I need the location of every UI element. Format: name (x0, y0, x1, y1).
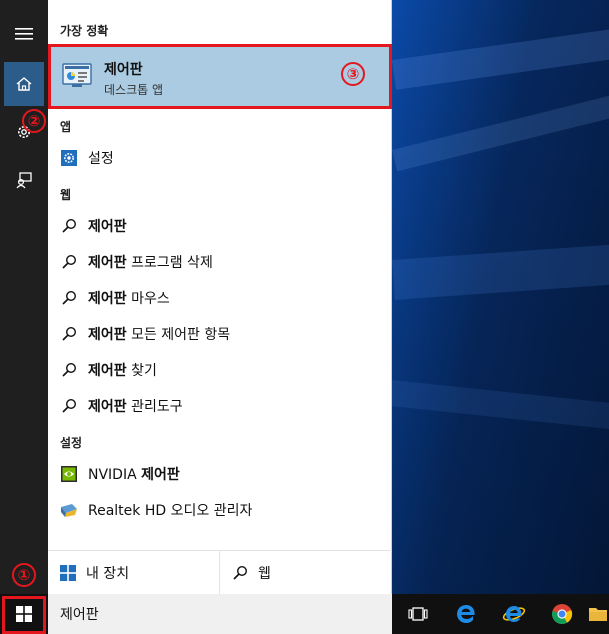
web-result[interactable]: 제어판 (48, 209, 392, 243)
search-icon (60, 253, 78, 271)
internet-explorer-button[interactable] (490, 594, 538, 634)
web-filter-label: 웹 (258, 566, 271, 582)
settings-gear-icon (60, 149, 78, 167)
web-result[interactable]: 제어판 프로그램 삭제 (48, 245, 392, 279)
search-icon (60, 361, 78, 379)
best-match-control-panel[interactable]: 제어판 데스크톱 앱 (50, 45, 390, 107)
taskbar-search-input[interactable]: 제어판 (48, 594, 392, 634)
expand-menu-button[interactable] (0, 12, 48, 56)
section-header-apps: 앱 (60, 120, 72, 134)
file-explorer-button[interactable] (586, 594, 609, 634)
chrome-button[interactable] (538, 594, 586, 634)
annotation-number-3: ③ (341, 62, 365, 86)
my-stuff-label: 내 장치 (86, 566, 130, 582)
web-result-label: 제어판 모든 제어판 항목 (88, 327, 231, 343)
my-stuff-button[interactable]: 내 장치 (48, 551, 220, 595)
task-view-icon (408, 607, 428, 621)
settings-result-realtek[interactable]: Realtek HD 오디오 관리자 (48, 493, 392, 527)
web-result[interactable]: 제어판 마우스 (48, 281, 392, 315)
edge-icon (457, 605, 475, 623)
web-result-label: 제어판 프로그램 삭제 (88, 255, 213, 271)
web-result-label: 제어판 (88, 219, 127, 235)
web-result[interactable]: 제어판 모든 제어판 항목 (48, 317, 392, 351)
ie-icon (502, 606, 526, 622)
web-result[interactable]: 제어판 관리도구 (48, 389, 392, 423)
web-result-label: 제어판 찾기 (88, 363, 157, 379)
section-header-best-match: 가장 정확 (60, 24, 109, 38)
start-search-results-panel: 가장 정확 제어판 데스크톱 앱 앱 설정 웹 제어판 제어판 프로그램 삭제 … (48, 0, 392, 595)
settings-result-label: Realtek HD 오디오 관리자 (88, 503, 253, 519)
web-result[interactable]: 제어판 찾기 (48, 353, 392, 387)
annotation-number-2: ② (22, 109, 46, 133)
best-match-subtitle: 데스크톱 앱 (104, 83, 164, 97)
home-button[interactable] (4, 62, 44, 106)
search-icon (60, 217, 78, 235)
start-left-rail (0, 0, 48, 600)
results-filter-bar: 내 장치 웹 (48, 550, 392, 595)
chrome-icon (552, 604, 573, 625)
search-icon (233, 565, 248, 580)
windows-logo-icon (16, 606, 32, 622)
settings-result-nvidia[interactable]: NVIDIA 제어판 (48, 457, 392, 491)
task-view-button[interactable] (394, 594, 442, 634)
section-header-settings: 설정 (60, 436, 83, 450)
taskbar: 제어판 (0, 594, 609, 634)
web-result-label: 제어판 관리도구 (88, 399, 183, 415)
start-button[interactable] (0, 594, 48, 634)
annotation-number-1: ① (12, 563, 36, 587)
settings-result-label: NVIDIA 제어판 (88, 467, 180, 483)
search-icon (60, 325, 78, 343)
section-header-web: 웹 (60, 188, 72, 202)
control-panel-icon (62, 63, 92, 93)
search-icon (60, 397, 78, 415)
web-filter-button[interactable]: 웹 (220, 551, 392, 595)
feedback-icon (16, 172, 32, 189)
windows-logo-icon (60, 565, 76, 581)
web-result-label: 제어판 마우스 (88, 291, 170, 307)
edge-button[interactable] (442, 594, 490, 634)
app-result-label: 설정 (88, 151, 114, 167)
nvidia-icon (60, 465, 78, 483)
search-query-text: 제어판 (60, 607, 99, 623)
realtek-icon (60, 501, 78, 519)
app-result-settings[interactable]: 설정 (48, 141, 392, 175)
search-icon (60, 289, 78, 307)
file-explorer-icon (588, 608, 607, 621)
hamburger-icon (15, 28, 33, 40)
best-match-title: 제어판 (104, 62, 143, 78)
feedback-button[interactable] (0, 158, 48, 202)
home-icon (16, 77, 32, 91)
